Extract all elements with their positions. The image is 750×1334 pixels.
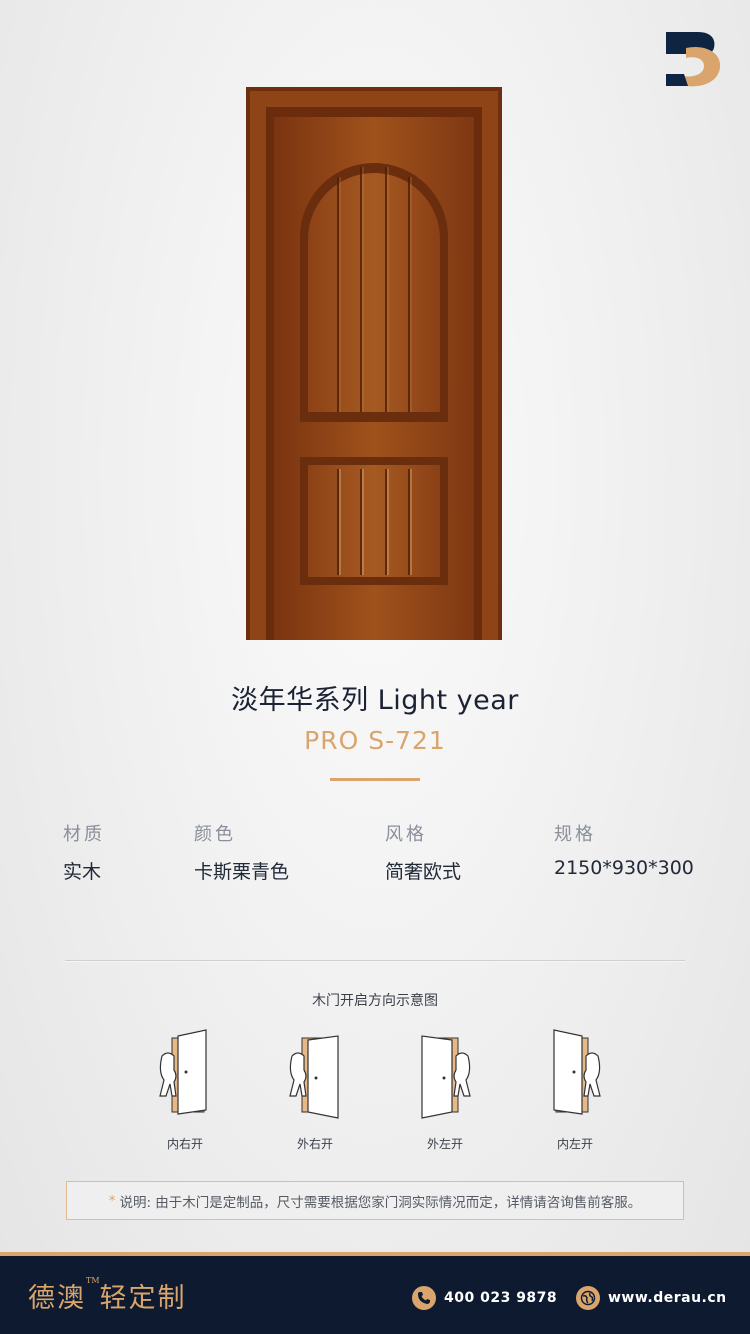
website-url: www.derau.cn <box>608 1290 727 1306</box>
brand-trademark: TM <box>86 1276 100 1285</box>
door-open-inward-left-icon <box>553 1029 601 1115</box>
door-product-image <box>246 87 502 640</box>
footer-website[interactable]: www.derau.cn <box>576 1284 727 1312</box>
footer-brand: 德澳TM轻定制 <box>28 1276 187 1315</box>
brand-logo <box>666 32 721 87</box>
product-series-title: 淡年华系列 Light year <box>231 685 519 716</box>
note-text: 说明: 由于木门是定制品，尺寸需要根据您家门洞实际情况而定，详情请咨询售前客服。 <box>119 1194 642 1211</box>
spec-label-size: 规格 <box>554 824 596 845</box>
spec-label-material: 材质 <box>63 824 105 845</box>
spec-value-style: 简奢欧式 <box>385 861 462 883</box>
spec-label-color: 颜色 <box>194 824 236 845</box>
opening-option-inward-right: 内右开 <box>150 1026 220 1156</box>
door-open-inward-right-icon <box>159 1029 207 1115</box>
phone-icon <box>412 1286 436 1310</box>
opening-option-inward-left: 内左开 <box>540 1026 610 1156</box>
brand-name: 德澳 <box>28 1283 86 1314</box>
footer-bar: 德澳TM轻定制 400 023 9878 www.derau.cn <box>0 1252 750 1334</box>
door-open-outward-left-icon <box>421 1035 471 1119</box>
opening-option-label: 外左开 <box>426 1137 463 1151</box>
diagram-title: 木门开启方向示意图 <box>312 993 438 1009</box>
custom-size-note: * 说明: 由于木门是定制品，尺寸需要根据您家门洞实际情况而定，详情请咨询售前客… <box>66 1181 684 1220</box>
section-divider <box>65 960 685 962</box>
product-model: PRO S-721 <box>304 726 446 755</box>
phone-number: 400 023 9878 <box>444 1290 558 1306</box>
accent-divider <box>330 778 420 781</box>
spec-value-color: 卡斯栗青色 <box>194 861 290 883</box>
footer-phone[interactable]: 400 023 9878 <box>412 1284 557 1312</box>
spec-value-material: 实木 <box>63 861 102 883</box>
brand-sub: 轻定制 <box>99 1283 187 1314</box>
opening-option-label: 内左开 <box>556 1137 593 1151</box>
opening-option-label: 外右开 <box>296 1137 333 1151</box>
spec-value-size: 2150*930*300 <box>554 857 694 879</box>
opening-option-outward-right: 外右开 <box>280 1026 350 1156</box>
opening-option-outward-left: 外左开 <box>410 1026 480 1156</box>
note-star: * <box>108 1192 116 1209</box>
door-open-outward-right-icon <box>289 1035 339 1119</box>
globe-icon <box>576 1286 600 1310</box>
spec-label-style: 风格 <box>385 824 427 845</box>
opening-option-label: 内右开 <box>166 1137 203 1151</box>
